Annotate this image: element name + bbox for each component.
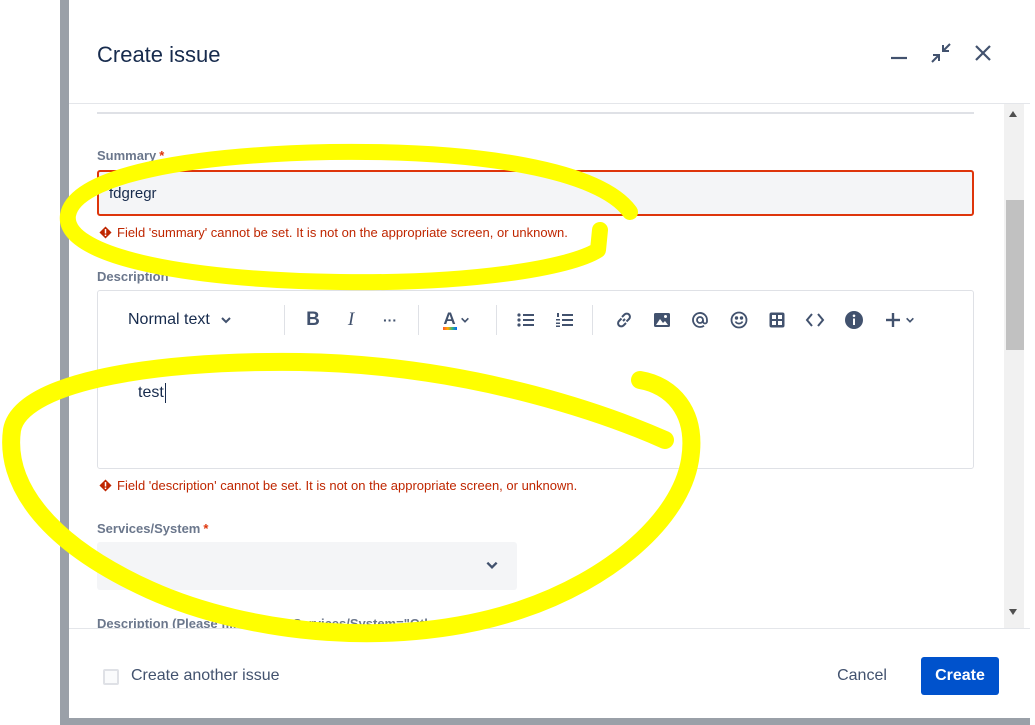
chevron-down-icon	[460, 317, 469, 323]
chevron-down-icon	[905, 317, 914, 323]
services-system-label: Services/System *	[97, 521, 208, 536]
description-error: Field 'description' cannot be set. It is…	[99, 478, 577, 493]
more-formatting-button[interactable]: ···	[378, 307, 402, 333]
summary-label-text: Summary	[97, 148, 157, 163]
cancel-button[interactable]: Cancel	[821, 657, 903, 695]
description-text: test	[138, 384, 164, 402]
bullet-list-icon[interactable]	[514, 307, 538, 333]
scroll-up-icon[interactable]	[1008, 110, 1018, 118]
chevron-down-icon	[486, 561, 498, 569]
link-icon[interactable]	[612, 307, 636, 333]
dialog-header: Create issue	[69, 0, 1030, 104]
scroll-down-icon[interactable]	[1008, 608, 1018, 616]
description-error-text: Field 'description' cannot be set. It is…	[117, 478, 578, 493]
toolbar-separator	[592, 305, 593, 335]
bold-button[interactable]: B	[302, 307, 324, 333]
text-color-button[interactable]: A	[438, 307, 474, 333]
close-icon[interactable]	[968, 38, 998, 68]
bold-label: B	[306, 309, 320, 330]
text-style-label: Normal text	[128, 311, 210, 328]
create-button[interactable]: Create	[921, 657, 999, 695]
toolbar-separator	[496, 305, 497, 335]
code-icon[interactable]	[803, 307, 827, 333]
text-color-icon: A	[442, 309, 457, 330]
scrollbar-thumb[interactable]	[1006, 200, 1024, 350]
image-icon[interactable]	[650, 307, 674, 333]
services-system-label-text: Services/System	[97, 521, 201, 536]
table-icon[interactable]	[765, 307, 789, 333]
description-label: Description *	[97, 269, 177, 284]
create-another-checkbox[interactable]	[103, 669, 119, 685]
error-icon	[99, 226, 112, 239]
summary-error: Field 'summary' cannot be set. It is not…	[99, 225, 568, 240]
summary-label: Summary *	[97, 148, 164, 163]
description-other-label: Description (Please fill-in when Service…	[97, 616, 456, 628]
numbered-list-icon[interactable]	[553, 307, 577, 333]
dialog-title: Create issue	[97, 42, 221, 67]
dialog-footer: Create another issue Cancel Create	[69, 628, 1030, 718]
toolbar-separator	[418, 305, 419, 335]
text-style-dropdown[interactable]: Normal text	[128, 307, 254, 333]
scrollbar[interactable]	[1004, 104, 1024, 628]
text-caret	[164, 383, 166, 403]
services-system-select[interactable]	[97, 542, 517, 590]
summary-input[interactable]: fdgregr	[97, 170, 974, 216]
page-backdrop-right	[1030, 0, 1035, 725]
chevron-down-icon	[221, 317, 231, 324]
create-issue-dialog: Create issue Summary * fdgregr Field 'sum…	[69, 0, 1030, 718]
shrink-icon[interactable]	[926, 38, 956, 68]
divider	[97, 112, 974, 114]
mention-icon[interactable]	[688, 307, 712, 333]
error-icon	[99, 479, 112, 492]
italic-label: I	[347, 309, 355, 330]
summary-error-text: Field 'summary' cannot be set. It is not…	[117, 225, 568, 240]
description-label-text: Description	[97, 269, 169, 284]
summary-value: fdgregr	[109, 184, 157, 202]
create-another-label: Create another issue	[131, 667, 280, 684]
italic-button[interactable]: I	[340, 307, 362, 333]
info-icon[interactable]	[842, 307, 866, 333]
required-mark: *	[159, 148, 165, 163]
required-mark: *	[171, 269, 177, 284]
toolbar-separator	[284, 305, 285, 335]
emoji-icon[interactable]	[727, 307, 751, 333]
page-backdrop	[0, 0, 60, 725]
required-mark: *	[203, 521, 209, 536]
more-label: ···	[383, 312, 397, 328]
minimize-icon[interactable]	[884, 38, 914, 68]
description-editor: Normal text B I ··· A test	[97, 290, 974, 469]
dialog-body: Summary * fdgregr Field 'summary' cannot …	[69, 104, 1030, 628]
plus-icon[interactable]	[880, 307, 918, 333]
editor-toolbar: Normal text B I ··· A	[98, 291, 975, 349]
description-content[interactable]: test	[138, 383, 166, 403]
